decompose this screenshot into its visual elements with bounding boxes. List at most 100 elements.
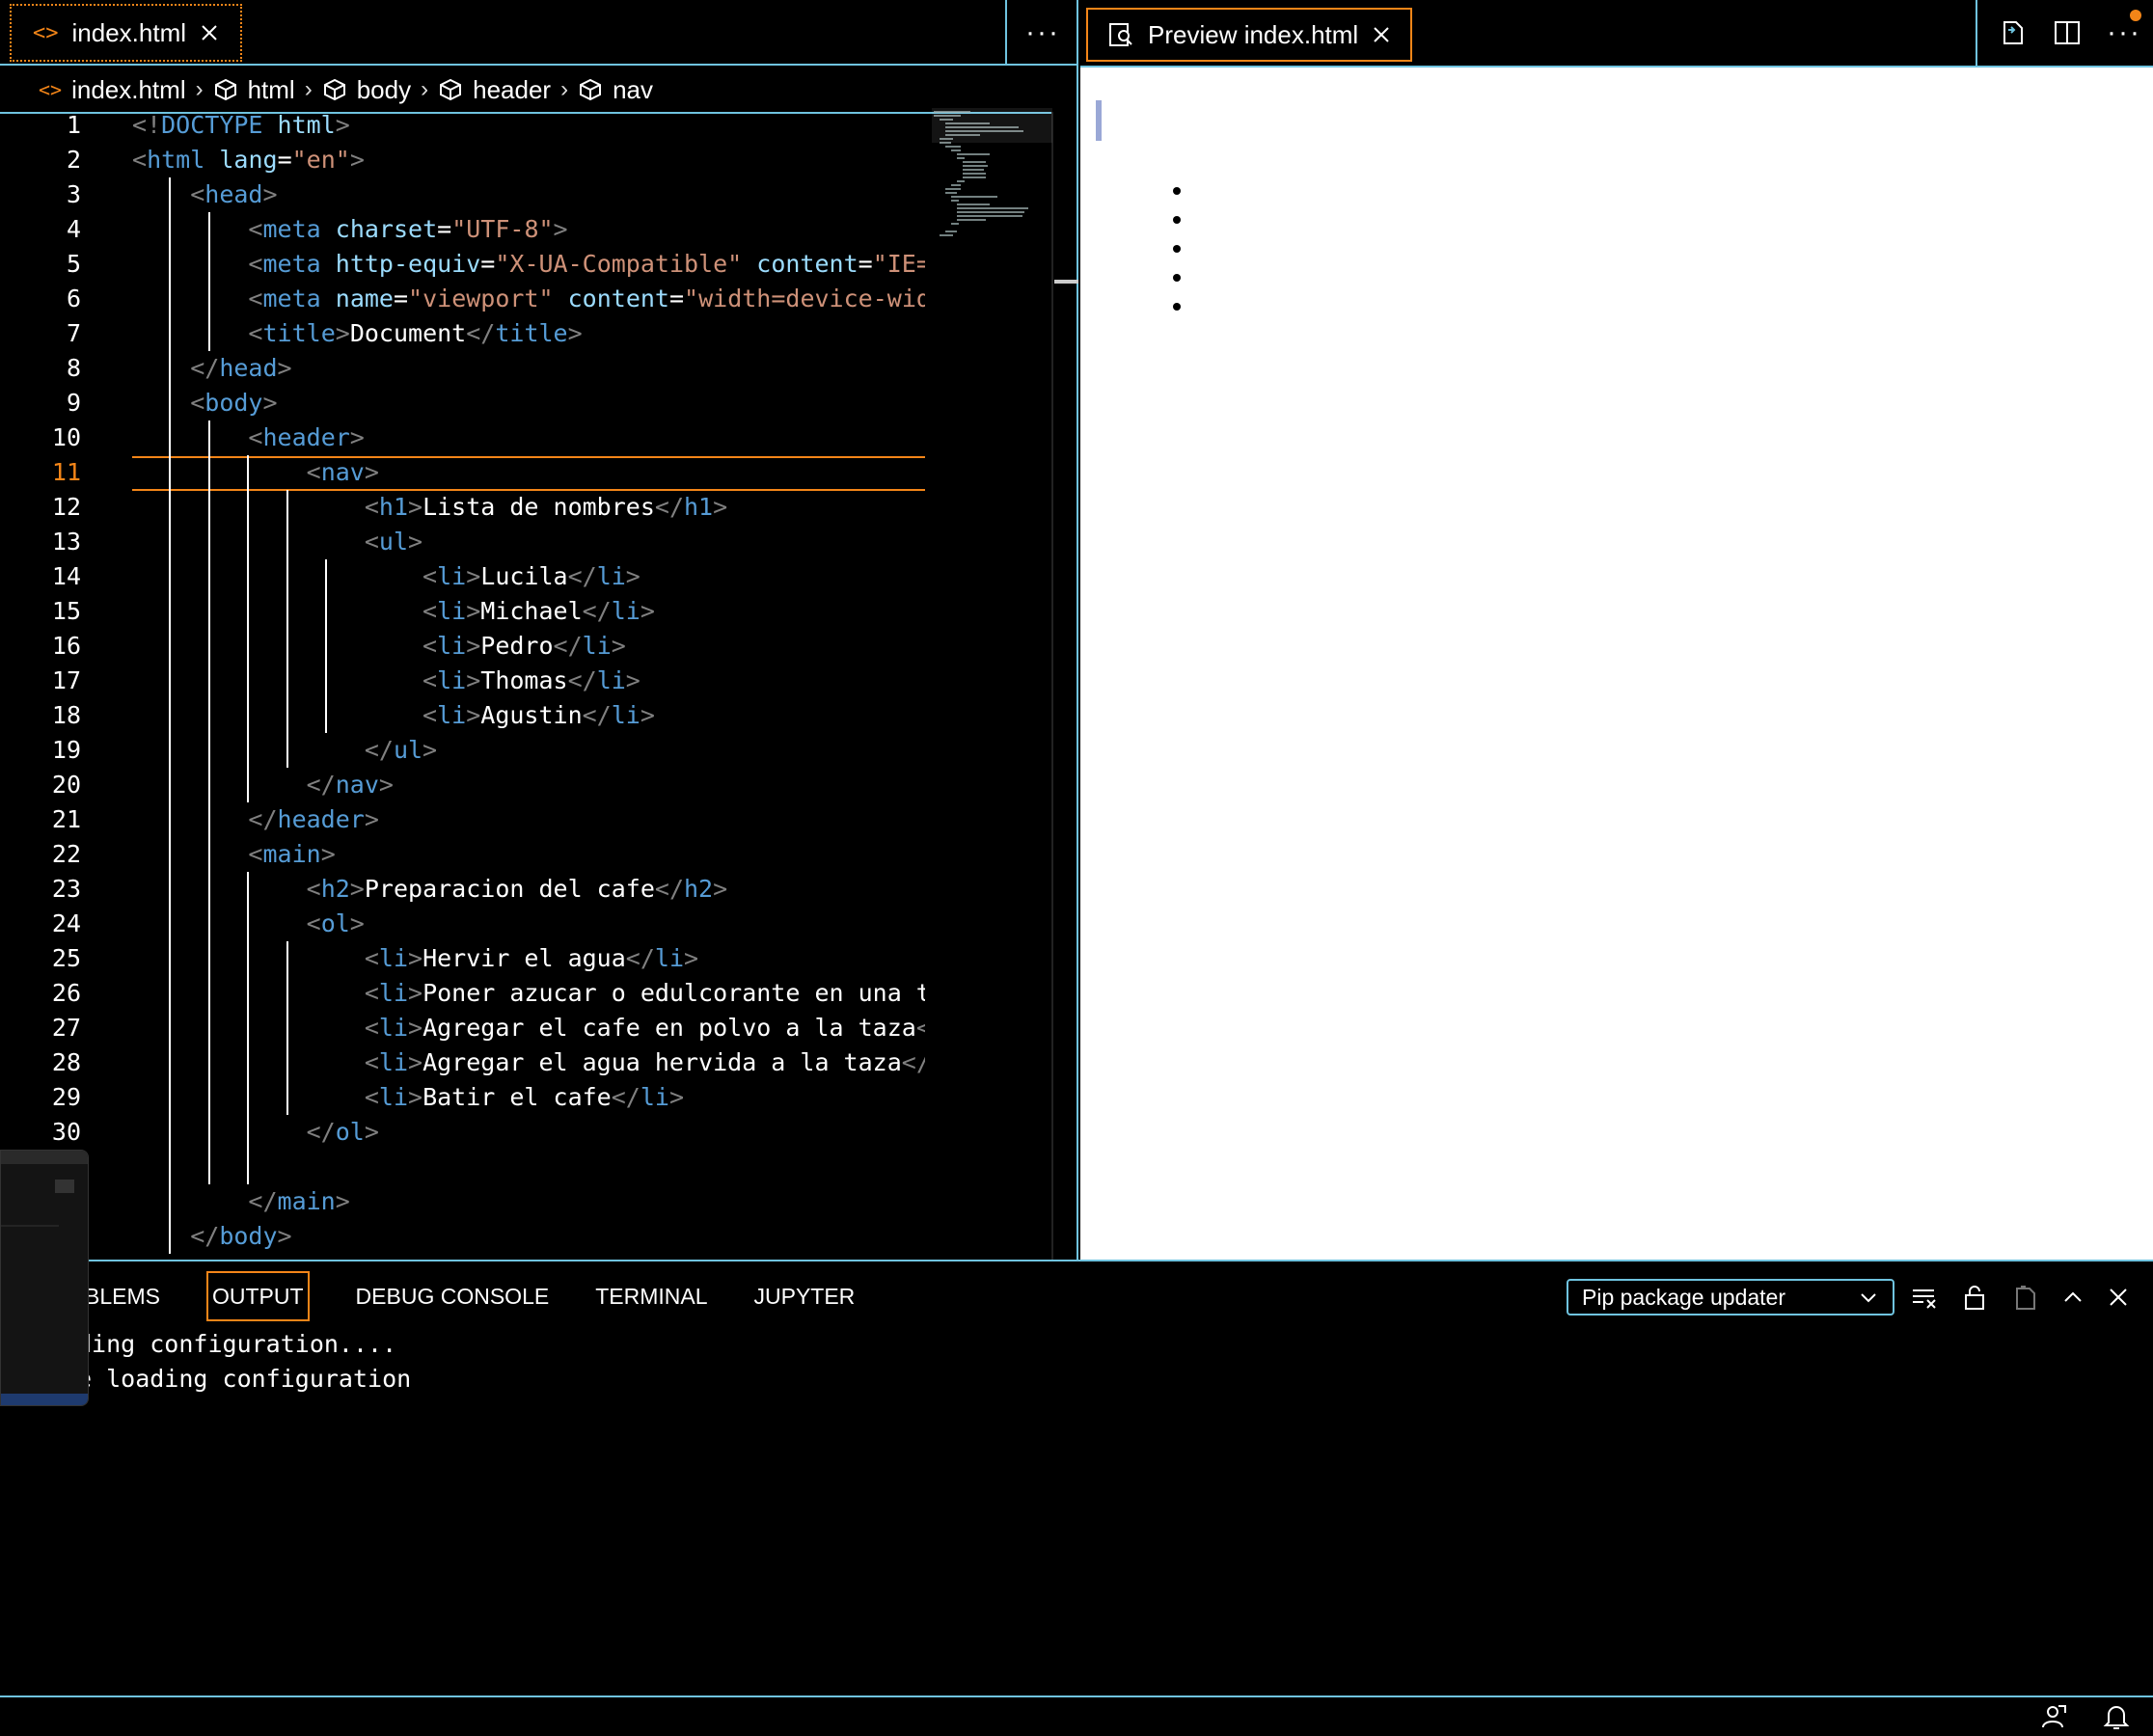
breadcrumb-html[interactable]: html [213,75,295,105]
indent-guide [325,559,327,733]
code-line[interactable]: </body> [0,1219,1051,1254]
indent-guide [207,212,210,351]
code-text: <li>Lucila</li> [422,562,640,590]
clear-output-icon[interactable] [1910,1283,1939,1312]
notification-dot [2130,10,2141,21]
more-actions-icon[interactable]: ··· [2107,16,2141,49]
list-item: 5. Batir el cafe [1163,543,1327,572]
code-line[interactable]: 19 </ul> [0,733,1051,768]
line-number: 13 [51,528,81,556]
code-line[interactable]: 11 <nav> [0,455,1051,490]
code-line[interactable]: 14 <li>Lucila</li> [0,559,1051,594]
breadcrumb-file[interactable]: <> index.html [39,75,186,105]
code-line[interactable]: 9 <body> [0,386,1051,420]
list-number: 4. [1163,514,1185,543]
breadcrumb-label: body [356,74,412,104]
line-number: 17 [51,666,81,694]
maximize-panel-icon[interactable] [2060,1285,2085,1310]
code-line[interactable]: 5 <meta http-equiv="X-UA-Compatible" con… [0,247,1051,282]
bell-icon[interactable] [2103,1702,2130,1731]
code-line[interactable]: 15 <li>Michael</li> [0,594,1051,629]
tab-jupyter[interactable]: JUPYTER [754,1271,856,1321]
code-line[interactable]: 27 <li>Agregar el cafe en polvo a la taz… [0,1011,1051,1045]
breadcrumb-header[interactable]: header [438,75,551,105]
line-number: 25 [51,944,81,972]
code-line[interactable]: 2 <html lang="en"> [0,143,1051,177]
code-text: <h2>Preparacion del cafe</h2> [306,875,728,903]
code-line[interactable]: 10 <header> [0,420,1051,455]
code-line[interactable]: 18 <li>Agustin</li> [0,698,1051,733]
code-text: </body> [190,1222,292,1250]
line-number: 5 [66,250,81,278]
bullet-icon [1173,303,1181,311]
code-line[interactable]: 4 <meta charset="UTF-8"> [0,212,1051,247]
code-line[interactable] [0,1150,1051,1184]
preview-heading-coffee: Preparacion del cafe [1117,349,1476,390]
line-number: 11 [51,458,81,486]
code-line[interactable]: 12 <h1>Lista de nombres</h1> [0,490,1051,525]
open-log-file-icon[interactable] [2010,1283,2039,1312]
code-line[interactable]: 26 <li>Poner azucar o edulcorante en una… [0,976,1051,1011]
bottom-panel [0,1260,2153,1695]
list-number: 2. [1163,456,1185,485]
tab-terminal[interactable]: TERMINAL [595,1271,707,1321]
line-number: 6 [66,285,81,312]
open-source-icon[interactable] [1999,18,2028,47]
code-line[interactable]: 7 <title>Document</title> [0,316,1051,351]
line-number: 14 [51,562,81,590]
editor-more-actions-button[interactable]: ··· [1005,0,1078,66]
tab-index-html[interactable]: <> index.html [10,4,242,62]
list-item: Michael [1173,204,1285,233]
code-line[interactable]: 6 <meta name="viewport" content="width=d… [0,282,1051,316]
code-line[interactable]: 30 </ol> [0,1115,1051,1150]
bullet-icon [1173,245,1181,253]
code-text: </header> [248,805,379,833]
code-text: </ul> [364,736,438,764]
close-panel-icon[interactable] [2107,1286,2130,1309]
list-number: 1. [1163,427,1185,456]
tab-output[interactable]: OUTPUT [205,1271,310,1321]
code-text: <li>Agregar el cafe en polvo a la taza</… [364,1014,925,1042]
code-text: <html lang="en"> [132,146,365,174]
chevron-down-icon [1858,1287,1879,1308]
split-editor-icon[interactable] [2053,18,2082,47]
tab-debug-console[interactable]: DEBUG CONSOLE [356,1271,550,1321]
code-text: </nav> [306,771,394,799]
editor-scrollbar[interactable] [1051,112,1053,1260]
code-line[interactable]: </main> [0,1184,1051,1219]
chevron-right-icon: › [560,76,569,102]
close-icon[interactable] [1372,25,1391,44]
code-line[interactable]: 21 </header> [0,802,1051,837]
output-channel-select[interactable]: Pip package updater [1567,1279,1894,1316]
editor-scroll-slider[interactable] [1054,280,1078,284]
code-line[interactable]: 28 <li>Agregar el agua hervida a la taza… [0,1045,1051,1080]
code-line[interactable]: 23 <h2>Preparacion del cafe</h2> [0,872,1051,907]
code-line[interactable]: 16 <li>Pedro</li> [0,629,1051,664]
code-line[interactable]: 20 </nav> [0,768,1051,802]
code-line[interactable]: 22 <main> [0,837,1051,872]
tab-problems[interactable]: BLEMS [85,1271,160,1321]
line-number: 8 [66,354,81,382]
breadcrumb-nav[interactable]: nav [578,75,653,105]
heading-focus-marker [1096,100,1102,141]
code-line[interactable]: 29 <li>Batir el cafe</li> [0,1080,1051,1115]
code-line[interactable]: 8 </head> [0,351,1051,386]
live-share-icon[interactable] [2039,1702,2068,1731]
symbol-cube-icon [438,77,463,102]
breadcrumb-body[interactable]: body [322,75,411,105]
screen-thumbnail-overlay[interactable] [0,1150,89,1406]
symbol-cube-icon [213,77,238,102]
line-number: 23 [51,875,81,903]
code-line[interactable]: 17 <li>Thomas</li> [0,664,1051,698]
list-item: 1. Hervir el agua [1163,427,1350,456]
breadcrumb-label: index.html [71,74,186,104]
code-line[interactable]: 3 <head> [0,177,1051,212]
lock-icon[interactable] [1960,1283,1989,1312]
code-line[interactable]: 1 <!DOCTYPE html> [0,108,1051,143]
close-icon[interactable] [200,23,219,42]
code-text: <ul> [364,528,423,556]
tab-preview-index-html[interactable]: Preview index.html [1086,8,1413,62]
code-line[interactable]: 13 <ul> [0,525,1051,559]
code-line[interactable]: 25 <li>Hervir el agua</li> [0,941,1051,976]
code-line[interactable]: 24 <ol> [0,907,1051,941]
